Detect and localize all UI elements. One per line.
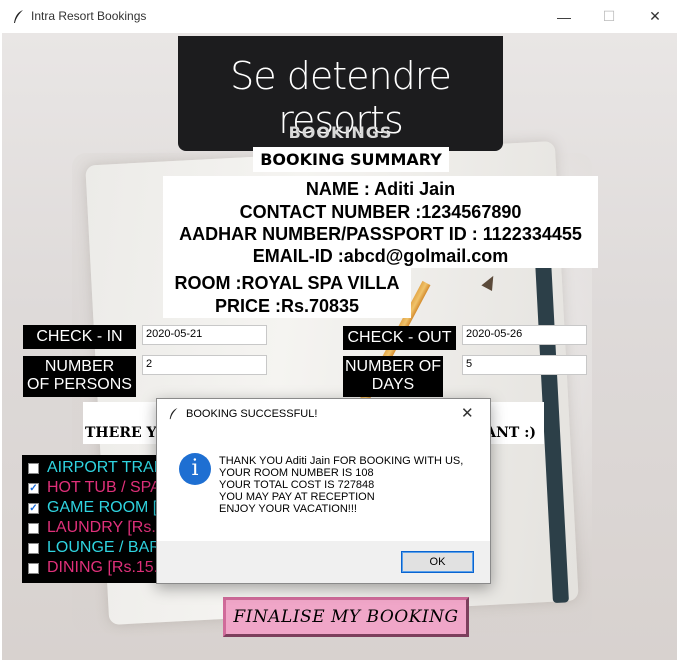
- checkout-label: CHECK - OUT: [343, 326, 456, 350]
- persons-label-line1: NUMBER: [44, 358, 115, 375]
- feather-icon: [14, 10, 23, 23]
- maximize-icon: ☐: [602, 8, 616, 24]
- days-field[interactable]: 5: [462, 355, 587, 375]
- addon-game-room[interactable]: ✓ GAME ROOM [: [28, 498, 157, 518]
- addon-airport-transfer[interactable]: AIRPORT TRAN: [28, 458, 165, 478]
- window-titlebar: Intra Resort Bookings — ☐ ✕: [0, 0, 679, 33]
- id-number: AADHAR NUMBER/PASSPORT ID : 1122334455: [179, 224, 582, 244]
- summary-heading: BOOKING SUMMARY: [253, 147, 449, 172]
- addon-label: DINING [Rs.15.: [47, 559, 159, 576]
- room-type: ROOM :ROYAL SPA VILLA: [174, 273, 400, 293]
- days-label-line1: NUMBER OF: [345, 358, 441, 375]
- addon-label: AIRPORT TRAN: [47, 459, 166, 476]
- addon-lounge-bar[interactable]: LOUNGE / BAR: [28, 538, 161, 558]
- info-icon: i: [179, 453, 211, 485]
- dialog-line: ENJOY YOUR VACATION!!!: [219, 503, 357, 515]
- persons-label-line2: OF PERSONS: [27, 376, 132, 393]
- dialog-titlebar: BOOKING SUCCESSFUL! ✕: [157, 399, 490, 429]
- welcome-line2: THERE Y: [85, 425, 157, 441]
- addon-laundry[interactable]: LAUNDRY [Rs.: [28, 518, 156, 538]
- close-button[interactable]: ✕: [632, 0, 678, 33]
- booking-success-dialog: BOOKING SUCCESSFUL! ✕ i THANK YOU Aditi …: [156, 398, 491, 584]
- checkbox[interactable]: [28, 462, 39, 474]
- checkin-label: CHECK - IN: [23, 325, 136, 349]
- room-info: ROOM :ROYAL SPA VILLA PRICE :Rs.70835: [163, 268, 411, 318]
- dialog-line: YOUR TOTAL COST IS 727848: [219, 479, 375, 491]
- addon-label: LOUNGE / BAR: [47, 539, 161, 556]
- welcome-line2-end: ANT :): [485, 425, 536, 441]
- section-title: BOOKINGS: [288, 123, 393, 142]
- days-label: NUMBER OF DAYS: [343, 356, 443, 397]
- email-id: EMAIL-ID :abcd@golmail.com: [252, 246, 509, 266]
- dialog-body: i THANK YOU Aditi Jain FOR BOOKING WITH …: [157, 429, 490, 541]
- close-icon: ✕: [649, 8, 661, 24]
- dialog-message: THANK YOU Aditi Jain FOR BOOKING WITH US…: [219, 455, 463, 515]
- minimize-icon: —: [557, 8, 571, 25]
- checkin-field[interactable]: 2020-05-21: [142, 325, 267, 345]
- dialog-line: THANK YOU Aditi Jain FOR BOOKING WITH US…: [219, 455, 464, 467]
- window-title: Intra Resort Bookings: [31, 9, 147, 23]
- dialog-close-icon[interactable]: ✕: [461, 404, 474, 422]
- checkbox[interactable]: [28, 522, 39, 534]
- ok-button[interactable]: OK: [401, 551, 474, 573]
- feather-icon: [169, 408, 178, 420]
- contact-number: CONTACT NUMBER :1234567890: [239, 202, 522, 222]
- checkbox-checked[interactable]: ✓: [28, 502, 39, 514]
- days-label-line2: DAYS: [371, 376, 415, 393]
- guest-info: NAME : Aditi Jain CONTACT NUMBER :123456…: [163, 176, 598, 268]
- finalise-booking-button[interactable]: FINALISE MY BOOKING: [223, 597, 469, 637]
- dialog-line: YOUR ROOM NUMBER IS 108: [219, 467, 374, 479]
- addon-label: HOT TUB / SPA: [47, 479, 161, 496]
- minimize-button[interactable]: —: [541, 0, 587, 33]
- checkbox[interactable]: [28, 542, 39, 554]
- addon-hot-tub-spa[interactable]: ✓ HOT TUB / SPA: [28, 478, 161, 498]
- checkbox[interactable]: [28, 562, 39, 574]
- addon-label: LAUNDRY [Rs.: [47, 519, 156, 536]
- checkbox-checked[interactable]: ✓: [28, 482, 39, 494]
- addon-dining[interactable]: DINING [Rs.15.: [28, 558, 158, 578]
- dialog-title: BOOKING SUCCESSFUL!: [186, 408, 318, 420]
- persons-label: NUMBER OF PERSONS: [23, 356, 136, 397]
- brand-header: Se detendre resorts BOOKINGS: [178, 36, 503, 151]
- room-price: PRICE :Rs.70835: [214, 296, 360, 316]
- guest-name: NAME : Aditi Jain: [305, 179, 456, 199]
- maximize-button[interactable]: ☐: [586, 0, 632, 33]
- persons-field[interactable]: 2: [142, 355, 267, 375]
- addon-label: GAME ROOM [: [47, 499, 158, 516]
- checkout-field[interactable]: 2020-05-26: [462, 325, 587, 345]
- dialog-line: YOU MAY PAY AT RECEPTION: [219, 491, 375, 503]
